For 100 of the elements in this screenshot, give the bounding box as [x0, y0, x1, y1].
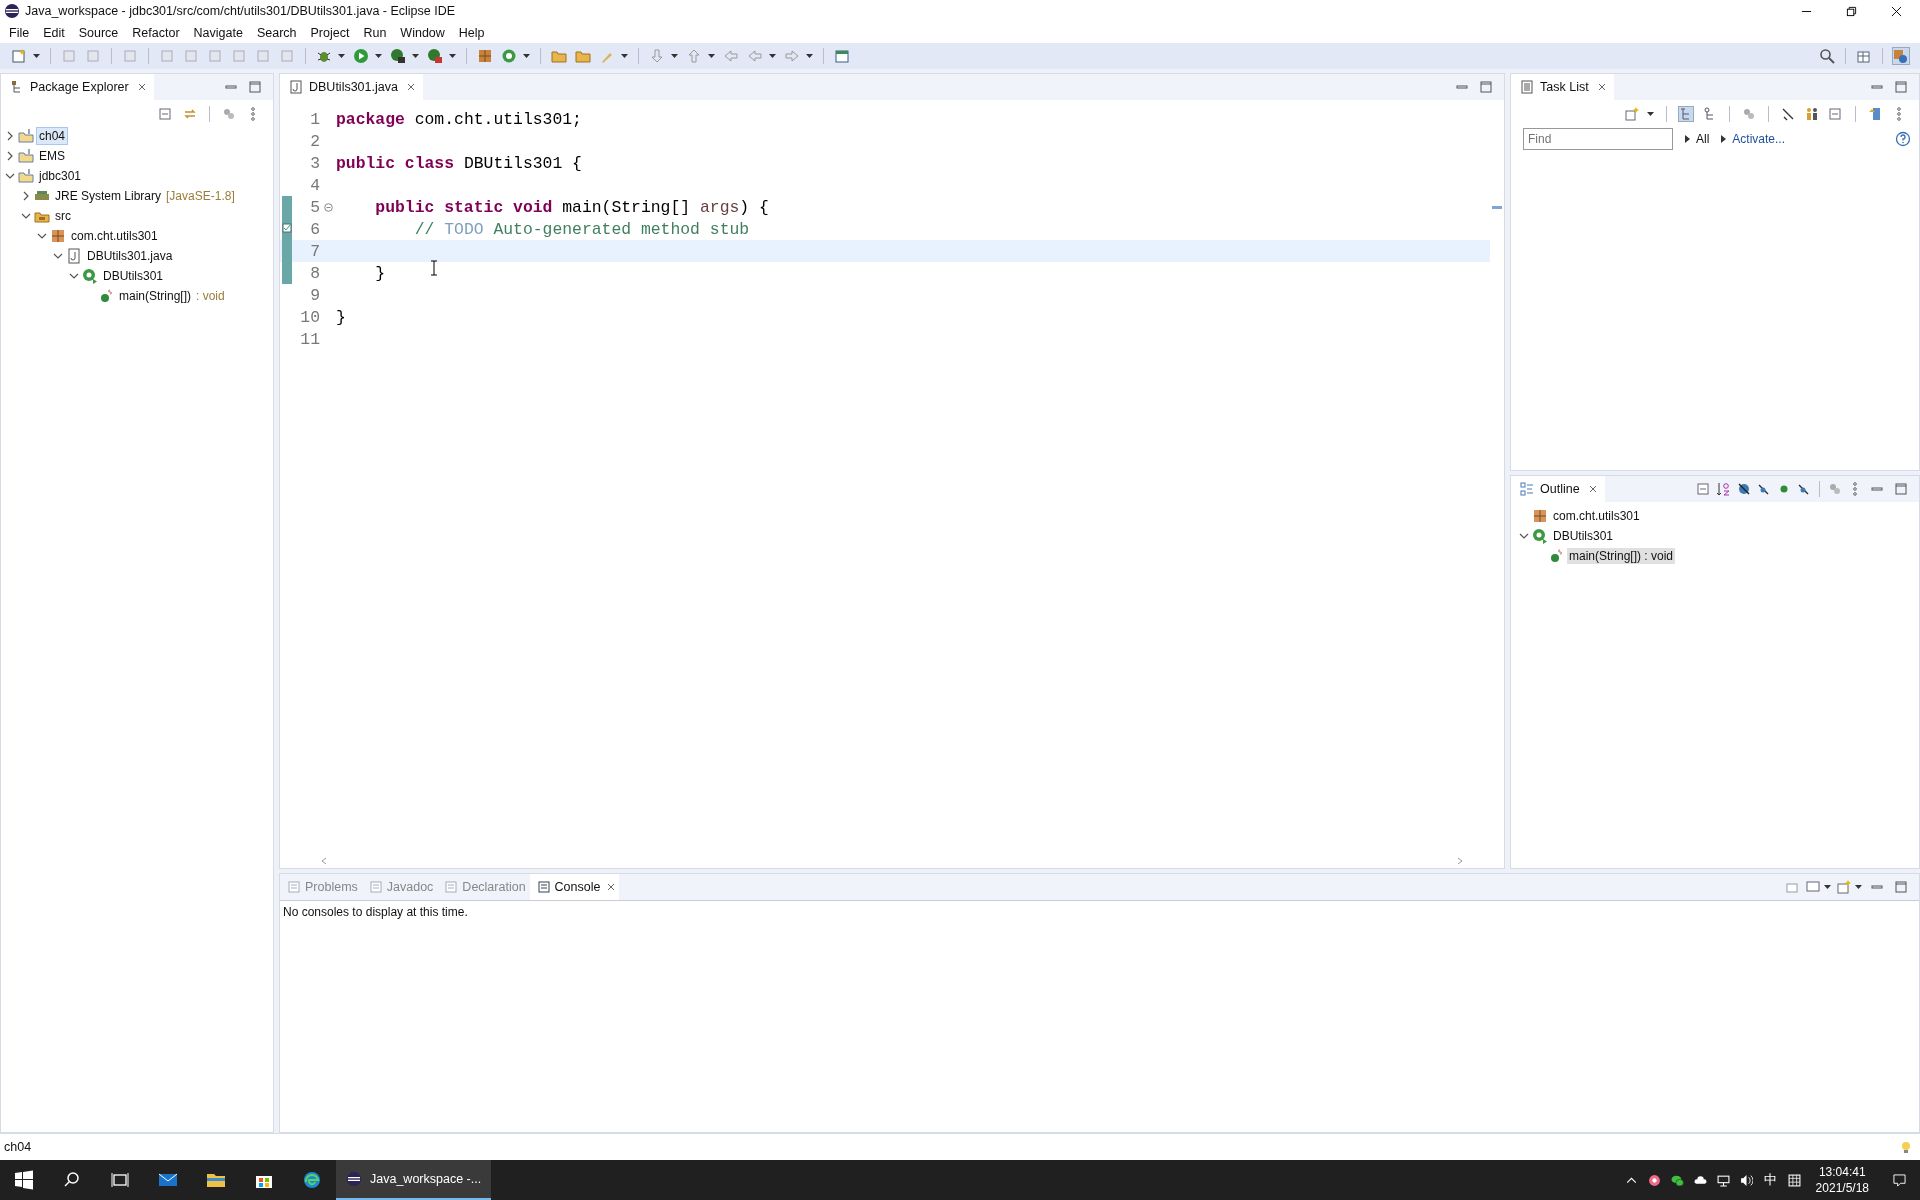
tree-item[interactable]: jdbc301 — [37, 168, 84, 184]
class-new-icon[interactable] — [477, 48, 493, 64]
hide-completed-icon[interactable] — [1781, 107, 1795, 121]
browser-icon[interactable] — [302, 1170, 322, 1190]
tree-item[interactable]: src — [53, 208, 73, 224]
dropdown-arrow-icon[interactable] — [338, 54, 345, 58]
maximize-icon[interactable] — [249, 81, 261, 93]
hide-local-icon[interactable] — [1797, 482, 1811, 496]
filter-icon[interactable] — [1742, 107, 1756, 121]
code-line: public class DBUtils301 { — [336, 153, 582, 173]
dropdown-arrow-icon[interactable] — [523, 54, 530, 58]
up-icon[interactable] — [686, 48, 702, 64]
dropdown-arrow-icon[interactable] — [1647, 112, 1654, 116]
dropdown-arrow-icon[interactable] — [449, 54, 456, 58]
dropdown-arrow-icon[interactable] — [621, 54, 628, 58]
input-method-indicator[interactable]: 中 — [1763, 1171, 1777, 1189]
menu-item[interactable]: File — [2, 25, 37, 40]
eclipse-icon — [4, 3, 20, 19]
menu-item[interactable]: Edit — [36, 25, 72, 40]
tree-item[interactable]: EMS — [37, 148, 67, 164]
clock-time[interactable]: 13:04:41 — [1818, 1164, 1866, 1180]
link-icon[interactable] — [183, 107, 197, 121]
down-icon[interactable] — [649, 48, 665, 64]
tree-item[interactable]: DBUtils301 — [101, 268, 166, 284]
tree-item[interactable]: main(String[]) — [117, 288, 194, 304]
coverage-icon[interactable] — [390, 48, 406, 64]
line-number: 8 — [309, 263, 320, 283]
clock-date[interactable]: 2021/5/18 — [1815, 1180, 1869, 1196]
folder-open-icon[interactable] — [551, 48, 567, 64]
help-icon[interactable] — [1895, 131, 1911, 147]
dropdown-arrow-icon[interactable] — [412, 54, 419, 58]
maximize-icon[interactable] — [1895, 81, 1907, 93]
menu-item[interactable]: Window — [393, 25, 452, 40]
perspective-icon[interactable] — [834, 48, 850, 64]
tree-item[interactable]: com.cht.utils301 — [69, 228, 160, 244]
tree-item[interactable]: DBUtils301 — [1551, 528, 1616, 544]
hide-static-icon[interactable] — [1757, 482, 1771, 496]
new-file-icon[interactable] — [11, 48, 27, 64]
collapse-all-icon[interactable] — [1697, 482, 1711, 496]
maximize-icon[interactable] — [1480, 81, 1492, 93]
task-list-icon — [1520, 80, 1534, 94]
close-icon[interactable] — [1891, 5, 1902, 17]
menu-item[interactable]: Navigate — [186, 25, 250, 40]
menu-item[interactable]: Run — [356, 25, 394, 40]
flower-icon[interactable] — [1647, 1173, 1661, 1187]
link[interactable]: All — [1696, 132, 1710, 146]
java-perspective-icon[interactable] — [1893, 48, 1909, 64]
tools-icon[interactable] — [427, 48, 443, 64]
chat-icon[interactable] — [1670, 1173, 1684, 1187]
dropdown-arrow-icon[interactable] — [1855, 885, 1862, 889]
categorized-icon[interactable] — [1679, 107, 1693, 121]
synchronize-icon[interactable] — [1868, 107, 1882, 121]
code-line: public static void main(String[] args) { — [374, 197, 769, 217]
tree-item[interactable]: com.cht.utils301 — [1551, 508, 1642, 524]
search-icon[interactable] — [1819, 48, 1835, 64]
expand-arrow-icon — [1721, 135, 1727, 143]
dropdown-arrow-icon[interactable] — [671, 54, 678, 58]
link[interactable]: Activate... — [1732, 132, 1786, 146]
lightbulb-icon[interactable] — [1899, 1140, 1913, 1154]
menu-item[interactable]: Project — [303, 25, 357, 40]
scroll-right-icon[interactable] — [1456, 857, 1464, 865]
volume-icon[interactable] — [1739, 1173, 1753, 1187]
dropdown-arrow-icon[interactable] — [769, 54, 776, 58]
grid-icon[interactable] — [1787, 1173, 1801, 1187]
maximize-icon[interactable] — [1895, 483, 1907, 495]
tree-item[interactable]: JRE System Library — [53, 188, 164, 204]
menu-item[interactable]: Source — [71, 25, 126, 40]
line-number: 7 — [309, 241, 320, 261]
menu-item[interactable]: Help — [451, 25, 492, 40]
menu-item[interactable]: Refactor — [125, 25, 187, 40]
class-icon — [1532, 528, 1548, 544]
find-field[interactable]: Find — [1523, 128, 1673, 150]
menu-item[interactable]: Search — [249, 25, 304, 40]
tree-item[interactable]: main(String[]) : void — [1567, 548, 1676, 564]
overview-marker — [1492, 206, 1502, 209]
dropdown-arrow-icon[interactable] — [806, 54, 813, 58]
tree-item[interactable]: ch04 — [37, 128, 68, 144]
dropdown-arrow-icon[interactable] — [1824, 885, 1831, 889]
open-perspective-icon[interactable] — [1856, 48, 1872, 64]
network-icon[interactable] — [1716, 1173, 1730, 1187]
maximize-icon[interactable] — [1895, 881, 1907, 893]
restore-icon[interactable] — [1846, 5, 1857, 17]
scroll-left-icon[interactable] — [320, 857, 328, 865]
project-icon — [18, 148, 34, 164]
people-icon[interactable] — [1805, 107, 1819, 121]
tree-item[interactable]: DBUtils301.java — [85, 248, 175, 264]
fold-icon[interactable] — [323, 202, 333, 212]
dropdown-arrow-icon[interactable] — [33, 54, 40, 58]
line-number: 2 — [309, 131, 320, 151]
dropdown-arrow-icon[interactable] — [375, 54, 382, 58]
taskbar-app[interactable]: Java_workspace -... — [336, 1160, 492, 1200]
windows-start-icon[interactable] — [14, 1170, 34, 1190]
notification-icon[interactable] — [1893, 1173, 1906, 1187]
task-view-icon[interactable] — [110, 1170, 130, 1190]
dropdown-arrow-icon[interactable] — [708, 54, 715, 58]
sort-icon[interactable] — [1717, 482, 1731, 496]
filter-icon[interactable] — [222, 107, 236, 121]
hide-fields-icon[interactable] — [1737, 482, 1751, 496]
cloud-icon[interactable] — [1693, 1173, 1707, 1187]
run-icon[interactable] — [353, 48, 369, 64]
